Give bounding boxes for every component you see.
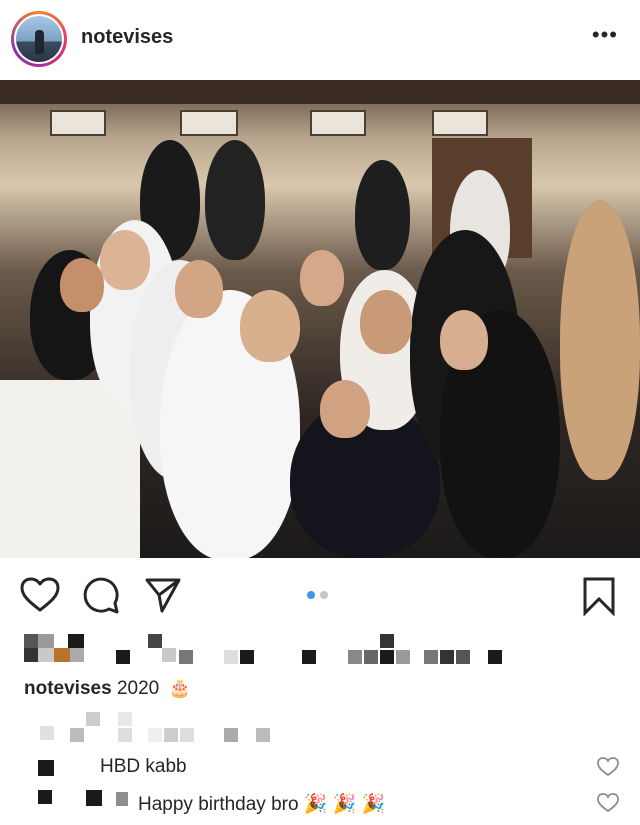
post-photo[interactable] (0, 80, 640, 558)
post-caption: notevises 2020 🎂 (24, 678, 191, 700)
post-header: notevises ••• (0, 0, 640, 78)
comment-text: HBD kabb (100, 756, 187, 777)
caption-username[interactable]: notevises (24, 678, 112, 699)
party-popper-emoji: 🎉 🎉 🎉 (303, 794, 386, 815)
comment-row: Happy birthday bro 🎉 🎉 🎉 (24, 788, 624, 818)
comment-heart-icon[interactable] (597, 757, 619, 777)
more-options-icon[interactable]: ••• (592, 24, 618, 46)
post-username[interactable]: notevises (81, 26, 173, 49)
caption-text: 2020 (116, 678, 160, 699)
comment-heart-icon[interactable] (597, 793, 619, 813)
carousel-dot (320, 591, 328, 599)
view-comments-redacted[interactable] (24, 712, 284, 746)
comment-text: Happy birthday bro (138, 794, 299, 815)
liked-by-redacted (24, 634, 604, 666)
birthday-cake-emoji: 🎂 (168, 678, 191, 698)
bookmark-icon[interactable] (582, 576, 616, 616)
paper-plane-icon[interactable] (144, 576, 182, 614)
carousel-dot-active (307, 591, 315, 599)
comment-username-redacted[interactable] (38, 760, 54, 776)
heart-icon[interactable] (20, 577, 60, 613)
comment-icon[interactable] (82, 576, 120, 614)
comment-username-redacted[interactable] (86, 790, 102, 806)
comment-row: HBD kabb (24, 752, 624, 782)
avatar[interactable] (11, 11, 67, 67)
carousel-indicator (307, 591, 328, 599)
avatar-image (16, 16, 62, 62)
